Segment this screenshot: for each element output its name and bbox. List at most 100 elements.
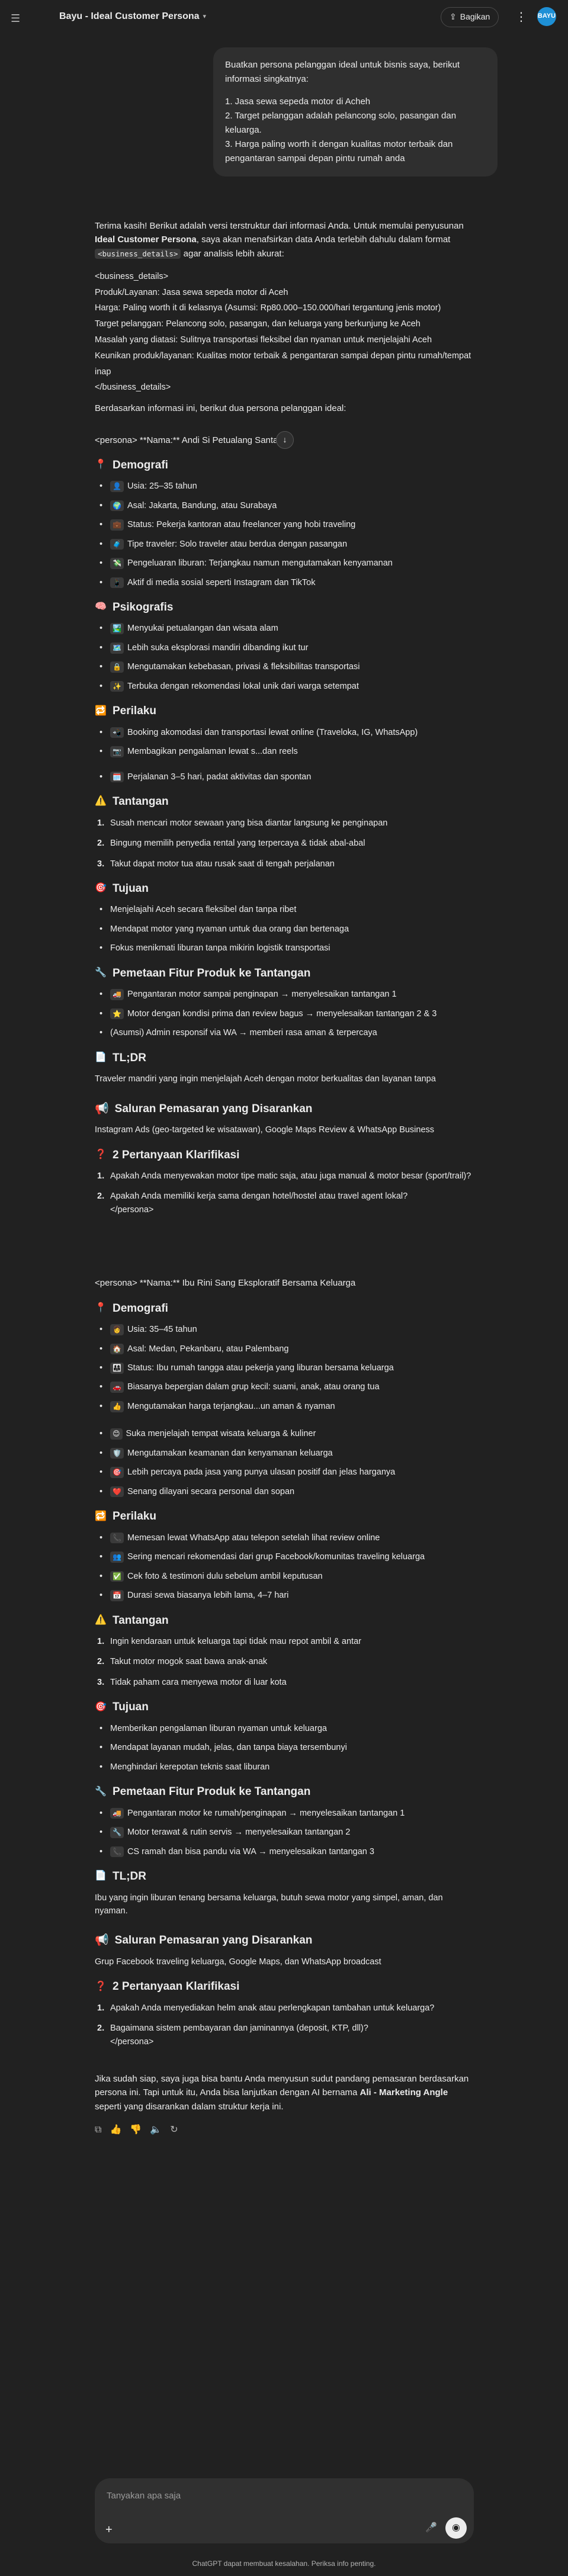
voice-mode-button[interactable]: ◉ bbox=[445, 2517, 467, 2539]
klarifikasi-list: 1. Apakah Anda menyediakan helm anak atau… bbox=[95, 2002, 474, 2048]
copy-icon[interactable]: ⧉ bbox=[95, 2123, 101, 2138]
list-item: • 👩 Usia: 35–45 tahun bbox=[100, 1324, 197, 1335]
repeat-icon: 🔁 bbox=[95, 705, 107, 716]
list-item: • 🚗 Biasanya bepergian dalam grup kecil: s… bbox=[100, 1382, 380, 1393]
list-item: • (Asumsi) Admin responsif via WA → membe… bbox=[100, 1028, 377, 1038]
psikografis-list: • 😊 Suka menjelajah tempat wisata keluarga… bbox=[95, 1427, 474, 1498]
regenerate-icon[interactable]: ↻ bbox=[170, 2123, 178, 2138]
list-item: • 🌍 Asal: Jakarta, Bandung, atau Surabaya bbox=[100, 500, 277, 512]
question-icon: ❓ bbox=[95, 1981, 107, 1992]
megaphone-icon: 📢 bbox=[95, 1934, 109, 1947]
tantangan-list: 1. Susah mencari motor sewaan yang bisa d… bbox=[95, 817, 474, 871]
list-item: 2. Apakah Anda memiliki kerja sama dengan… bbox=[97, 1191, 408, 1215]
list-item: 2. Takut motor mogok saat bawa anak-anak bbox=[97, 1657, 268, 1667]
share-icon: ⇪ bbox=[450, 12, 457, 22]
question-icon: ❓ bbox=[95, 1149, 107, 1159]
section-title: ⚠️ Tantangan bbox=[95, 1614, 169, 1627]
section-title: 🎯 Tujuan bbox=[95, 882, 149, 895]
brain-icon: 🧠 bbox=[95, 602, 107, 612]
more-options-icon[interactable]: ⋮ bbox=[515, 8, 527, 27]
tools-icon: 🔧 bbox=[95, 1786, 107, 1797]
tldr-text: Traveler mandiri yang ingin menjelajah A… bbox=[95, 1074, 436, 1084]
message-actions: ⧉ 👍 👎 🔈 ↻ bbox=[95, 2123, 474, 2138]
share-button[interactable]: ⇪ Bagikan bbox=[441, 7, 499, 27]
list-item: • 👍 Mengutamakan harga terjangkau...un ama… bbox=[100, 1401, 335, 1412]
list-item: • 💼 Status: Pekerja kantoran atau freelanc… bbox=[100, 519, 356, 531]
list-item: • 🔧 Motor terawat & rutin servis → menyele… bbox=[100, 1827, 351, 1838]
section-title: 📄 TL;DR bbox=[95, 1870, 146, 1883]
section-title: 🔧 Pemetaan Fitur Produk ke Tantangan bbox=[95, 966, 311, 979]
section-title: ❓ 2 Pertanyaan Klarifikasi bbox=[95, 1148, 240, 1161]
list-item: • 🏞️ Menyukai petualangan dan wisata alam bbox=[100, 623, 278, 635]
list-item: 2. Bingung memilih penyedia rental yang t… bbox=[97, 839, 365, 849]
list-item: • Fokus menikmati liburan tanpa mikirin l… bbox=[100, 943, 330, 953]
scroll-down-button[interactable]: ↓ bbox=[276, 431, 294, 449]
footer-disclaimer: ChatGPT dapat membuat kesalahan. Periksa… bbox=[192, 2559, 376, 2568]
repeat-icon: 🔁 bbox=[95, 1511, 107, 1521]
section-title: 🔧 Pemetaan Fitur Produk ke Tantangan bbox=[95, 1785, 311, 1798]
thumbs-down-icon[interactable]: 👎 bbox=[130, 2123, 142, 2138]
list-item: • Mendapat layanan mudah, jelas, dan tanp… bbox=[100, 1743, 347, 1753]
plus-icon[interactable]: + bbox=[105, 2521, 113, 2539]
document-icon: 📄 bbox=[95, 1052, 107, 1063]
list-item: 2. Target pelanggan adalah pelancong sol… bbox=[225, 111, 457, 135]
speaker-icon[interactable]: 🔈 bbox=[150, 2123, 162, 2138]
inline-code: <business_details> bbox=[95, 248, 181, 259]
list-item: • 🗓️ Perjalanan 3–5 hari, padat aktivitas … bbox=[100, 771, 312, 783]
list-item: 1. Apakah Anda menyewakan motor tipe mati… bbox=[97, 1171, 471, 1181]
list-item: 3. Tidak paham cara menyewa motor di luar… bbox=[97, 1677, 287, 1687]
list-item: • 📷 Membagikan pengalaman lewat s...dan re… bbox=[100, 746, 298, 757]
microphone-icon[interactable]: 🎤 bbox=[425, 2521, 437, 2536]
section-title: 📢 Saluran Pemasaran yang Disarankan bbox=[95, 1100, 474, 1117]
top-bar: ☰ Bayu - Ideal Customer Persona ▾ ⇪ Bagi… bbox=[0, 0, 568, 33]
list-item: • 🚚 Pengantaran motor sampai penginapan → … bbox=[100, 989, 397, 1000]
list-item: • 📲 Booking akomodasi dan transportasi lew… bbox=[100, 727, 418, 738]
demografi-list: • 👤 Usia: 25–35 tahun • 🌍 Asal: Jakarta, Ban… bbox=[95, 480, 474, 589]
list-item: • 📱 Aktif di media sosial seperti Instagra… bbox=[100, 577, 316, 589]
warning-icon: ⚠️ bbox=[95, 1614, 107, 1625]
section-title: 📄 TL;DR bbox=[95, 1051, 146, 1064]
tujuan-list: • Menjelajahi Aceh secara fleksibel dan t… bbox=[95, 903, 474, 955]
section-title: 🔁 Perilaku bbox=[95, 705, 156, 718]
chat-title[interactable]: Bayu - Ideal Customer Persona ▾ bbox=[59, 9, 206, 24]
perilaku-list: • 📞 Memesan lewat WhatsApp atau telepon se… bbox=[95, 1531, 474, 1602]
list-item: • 🎯 Lebih percaya pada jasa yang punya ula… bbox=[100, 1467, 396, 1478]
section-title: 🎯 Tujuan bbox=[95, 1701, 149, 1714]
list-item: 1. Jasa sewa sepeda motor di Acheh bbox=[225, 97, 371, 107]
section-title: 🔁 Perilaku bbox=[95, 1510, 156, 1523]
list-item: 3. Takut dapat motor tua atau rusak saat … bbox=[97, 859, 335, 869]
assistant-closing: Jika sudah siap, saya juga bisa bantu An… bbox=[95, 2074, 469, 2112]
tujuan-list: • Memberikan pengalaman liburan nyaman un… bbox=[95, 1722, 474, 1774]
saluran-text: Grup Facebook traveling keluarga, Google… bbox=[95, 1957, 381, 1967]
persona-2: <persona> **Nama:** Ibu Rini Sang Eksplo… bbox=[95, 1276, 474, 2048]
fitur-list: • 🚚 Pengantaran motor ke rumah/penginapan … bbox=[95, 1807, 474, 1858]
tldr-text: Ibu yang ingin liburan tenang bersama ke… bbox=[95, 1893, 443, 1916]
list-item: • 👨‍👩‍👧 Status: Ibu rumah tangga atau peke… bbox=[100, 1362, 394, 1374]
section-title: 📢 Saluran Pemasaran yang Disarankan bbox=[95, 1932, 474, 1949]
list-item: • 👤 Usia: 25–35 tahun bbox=[100, 481, 197, 492]
target-icon: 🎯 bbox=[95, 1701, 107, 1712]
list-item: • 👥 Sering mencari rekomendasi dari grup F… bbox=[100, 1552, 425, 1563]
tools-icon: 🔧 bbox=[95, 968, 107, 978]
list-item: 1. Apakah Anda menyediakan helm anak atau… bbox=[97, 2003, 435, 2013]
klarifikasi-list: 1. Apakah Anda menyewakan motor tipe mati… bbox=[95, 1170, 474, 1216]
list-item: • 📞 CS ramah dan bisa pandu via WA → menye… bbox=[100, 1846, 374, 1858]
perilaku-list: • 📲 Booking akomodasi dan transportasi lew… bbox=[95, 726, 474, 783]
list-item: • ✅ Cek foto & testimoni dulu sebelum ambi… bbox=[100, 1570, 323, 1582]
list-item: • 📞 Memesan lewat WhatsApp atau telepon se… bbox=[100, 1532, 380, 1544]
fitur-list: • 🚚 Pengantaran motor sampai penginapan → … bbox=[95, 988, 474, 1039]
message-input[interactable]: Tanyakan apa saja bbox=[107, 2489, 181, 2503]
tantangan-list: 1. Ingin kendaraan untuk keluarga tapi ti… bbox=[95, 1635, 474, 1689]
pin-icon: 📍 bbox=[95, 460, 107, 470]
demografi-list: • 👩 Usia: 35–45 tahun • 🏠 Asal: Medan, Pekan… bbox=[95, 1323, 474, 1413]
saluran-text: Instagram Ads (geo-targeted ke wisatawan… bbox=[95, 1125, 435, 1135]
sidebar-toggle-icon[interactable]: ☰ bbox=[11, 11, 24, 24]
section-title: 🧠 Psikografis bbox=[95, 601, 174, 614]
thumbs-up-icon[interactable]: 👍 bbox=[110, 2123, 121, 2138]
list-item: • 🚚 Pengantaran motor ke rumah/penginapan … bbox=[100, 1807, 405, 1819]
avatar[interactable]: BAYU bbox=[537, 7, 556, 26]
warning-icon: ⚠️ bbox=[95, 796, 107, 807]
chevron-down-icon: ▾ bbox=[203, 12, 207, 20]
assistant-message: Terima kasih! Berikut adalah versi terst… bbox=[95, 219, 474, 2138]
list-item: • ✨ Terbuka dengan rekomendasi lokal unik … bbox=[100, 680, 359, 692]
